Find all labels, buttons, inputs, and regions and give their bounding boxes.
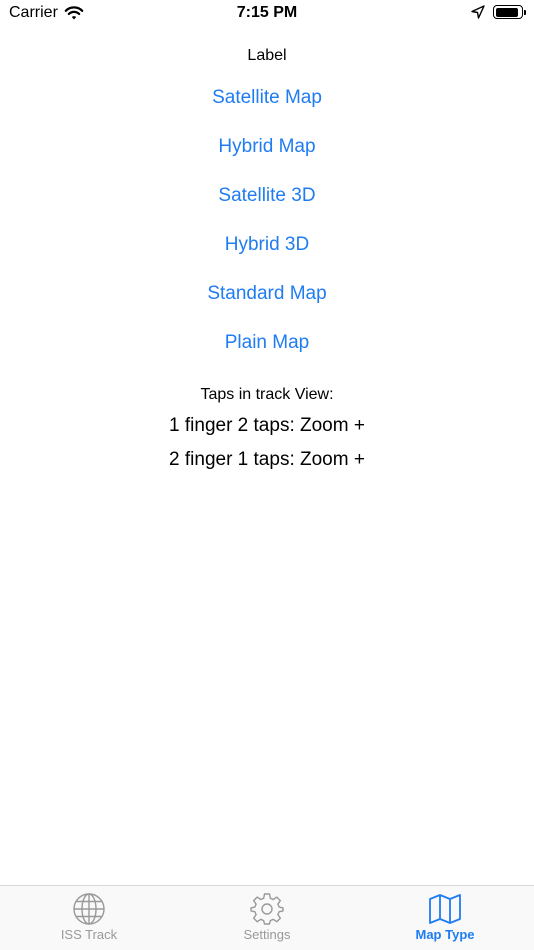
map-icon [429,894,461,924]
taps-title: Taps in track View: [200,386,334,403]
gear-icon [250,893,284,925]
status-indicators [471,5,526,19]
hybrid-map-button[interactable]: Hybrid Map [0,136,534,158]
satellite-map-button[interactable]: Satellite Map [0,87,534,109]
tab-settings[interactable]: Settings [178,886,356,950]
hybrid-3d-button[interactable]: Hybrid 3D [0,234,534,256]
tab-label: Map Type [415,927,475,942]
satellite-3d-button[interactable]: Satellite 3D [0,185,534,207]
header-label: Label [247,47,287,64]
battery-cap [524,9,526,15]
plain-map-button[interactable]: Plain Map [0,332,534,354]
tab-map-type[interactable]: Map Type [356,886,534,950]
standard-map-button[interactable]: Standard Map [0,283,534,305]
tab-iss-track[interactable]: ISS Track [0,886,178,950]
location-arrow-icon [471,5,485,19]
battery-fill [495,7,519,17]
status-bar: Carrier 7:15 PM [0,0,534,30]
clock: 7:15 PM [236,4,298,21]
tap-instruction-2: 2 finger 1 taps: Zoom + [169,449,365,470]
tab-bar: ISS Track Settings Map Type [0,885,534,950]
tab-label: Settings [243,927,291,942]
battery-icon [493,5,523,19]
tab-label: ISS Track [60,927,118,942]
tap-instruction-1: 1 finger 2 taps: Zoom + [169,415,365,436]
globe-icon [73,893,105,925]
